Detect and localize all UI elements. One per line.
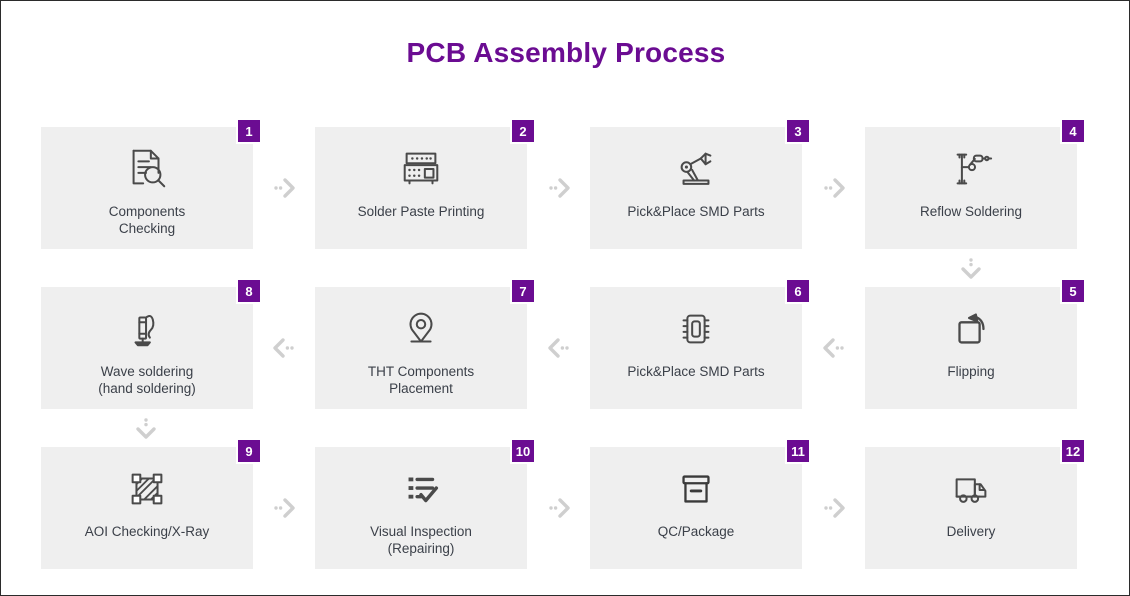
step-number-badge: 1 [236,118,262,144]
step-number-badge: 2 [510,118,536,144]
process-step-card-7[interactable]: THT Components Placement 7 [315,278,536,409]
document-magnifier-icon [124,143,170,195]
package-box-icon [673,463,719,515]
flip-rotate-icon [948,303,994,355]
process-step-card-8[interactable]: Wave soldering (hand soldering) 8 [41,278,262,409]
step-label: AOI Checking/X-Ray [84,524,210,539]
connector-arrow-right-11-12 [817,491,851,525]
process-step-card-6[interactable]: Pick&Place SMD Parts 6 [590,278,811,409]
step-label: QC/Package [657,524,735,539]
process-step-card-10[interactable]: Visual Inspection (Repairing) 10 [315,438,536,569]
step-label: Visual Inspection (Repairing) [370,524,472,556]
step-number-badge: 12 [1060,438,1086,464]
connector-arrow-left-6-7 [542,331,576,365]
process-step-card-12[interactable]: Delivery 12 [865,438,1086,569]
page-title: PCB Assembly Process [406,37,726,68]
ic-chip-icon [673,303,719,355]
soldering-iron-icon [124,303,170,355]
step-label: Components Checking [108,204,186,236]
step-label: Reflow Soldering [919,204,1023,219]
step-label: Flipping [947,364,995,379]
step-number-badge: 7 [510,278,536,304]
process-step-card-5[interactable]: Flipping 5 [865,278,1086,409]
step-label: Solder Paste Printing [357,204,485,219]
connector-arrow-left-7-8 [267,331,301,365]
connector-arrow-right-10-11 [542,491,576,525]
connector-arrow-down-8-9 [129,411,163,445]
step-label: Pick&Place SMD Parts [627,364,765,379]
process-step-card-3[interactable]: Pick&Place SMD Parts 3 [590,118,811,249]
step-number-badge: 11 [785,438,811,464]
step-number-badge: 4 [1060,118,1086,144]
process-step-card-2[interactable]: Solder Paste Printing 2 [315,118,536,249]
hatched-selection-icon [124,463,170,515]
process-step-card-1[interactable]: Components Checking 1 [41,118,262,249]
step-number-badge: 10 [510,438,536,464]
reflow-machine-icon [948,143,994,195]
process-step-card-9[interactable]: AOI Checking/X-Ray 9 [41,438,262,569]
robot-arm-icon [673,143,719,195]
delivery-truck-icon [948,463,994,515]
connector-arrow-right-2-3 [542,171,576,205]
connector-arrow-down-4-5 [954,251,988,285]
step-number-badge: 6 [785,278,811,304]
checklist-icon [398,463,444,515]
process-step-card-4[interactable]: Reflow Soldering 4 [865,118,1086,249]
step-label: Pick&Place SMD Parts [627,204,765,219]
step-label: THT Components Placement [367,364,475,396]
step-number-badge: 9 [236,438,262,464]
step-number-badge: 3 [785,118,811,144]
step-label: Delivery [946,524,996,539]
connector-arrow-right-3-4 [817,171,851,205]
connector-arrow-right-1-2 [267,171,301,205]
step-label: Wave soldering (hand soldering) [98,364,196,396]
step-number-badge: 5 [1060,278,1086,304]
connector-arrow-right-9-10 [267,491,301,525]
connector-arrow-left-5-6 [817,331,851,365]
stencil-printer-icon [398,143,444,195]
step-number-badge: 8 [236,278,262,304]
process-diagram-page: PCB Assembly Process Components Checking… [0,0,1130,596]
process-step-card-11[interactable]: QC/Package 11 [590,438,811,569]
map-pin-icon [398,303,444,355]
